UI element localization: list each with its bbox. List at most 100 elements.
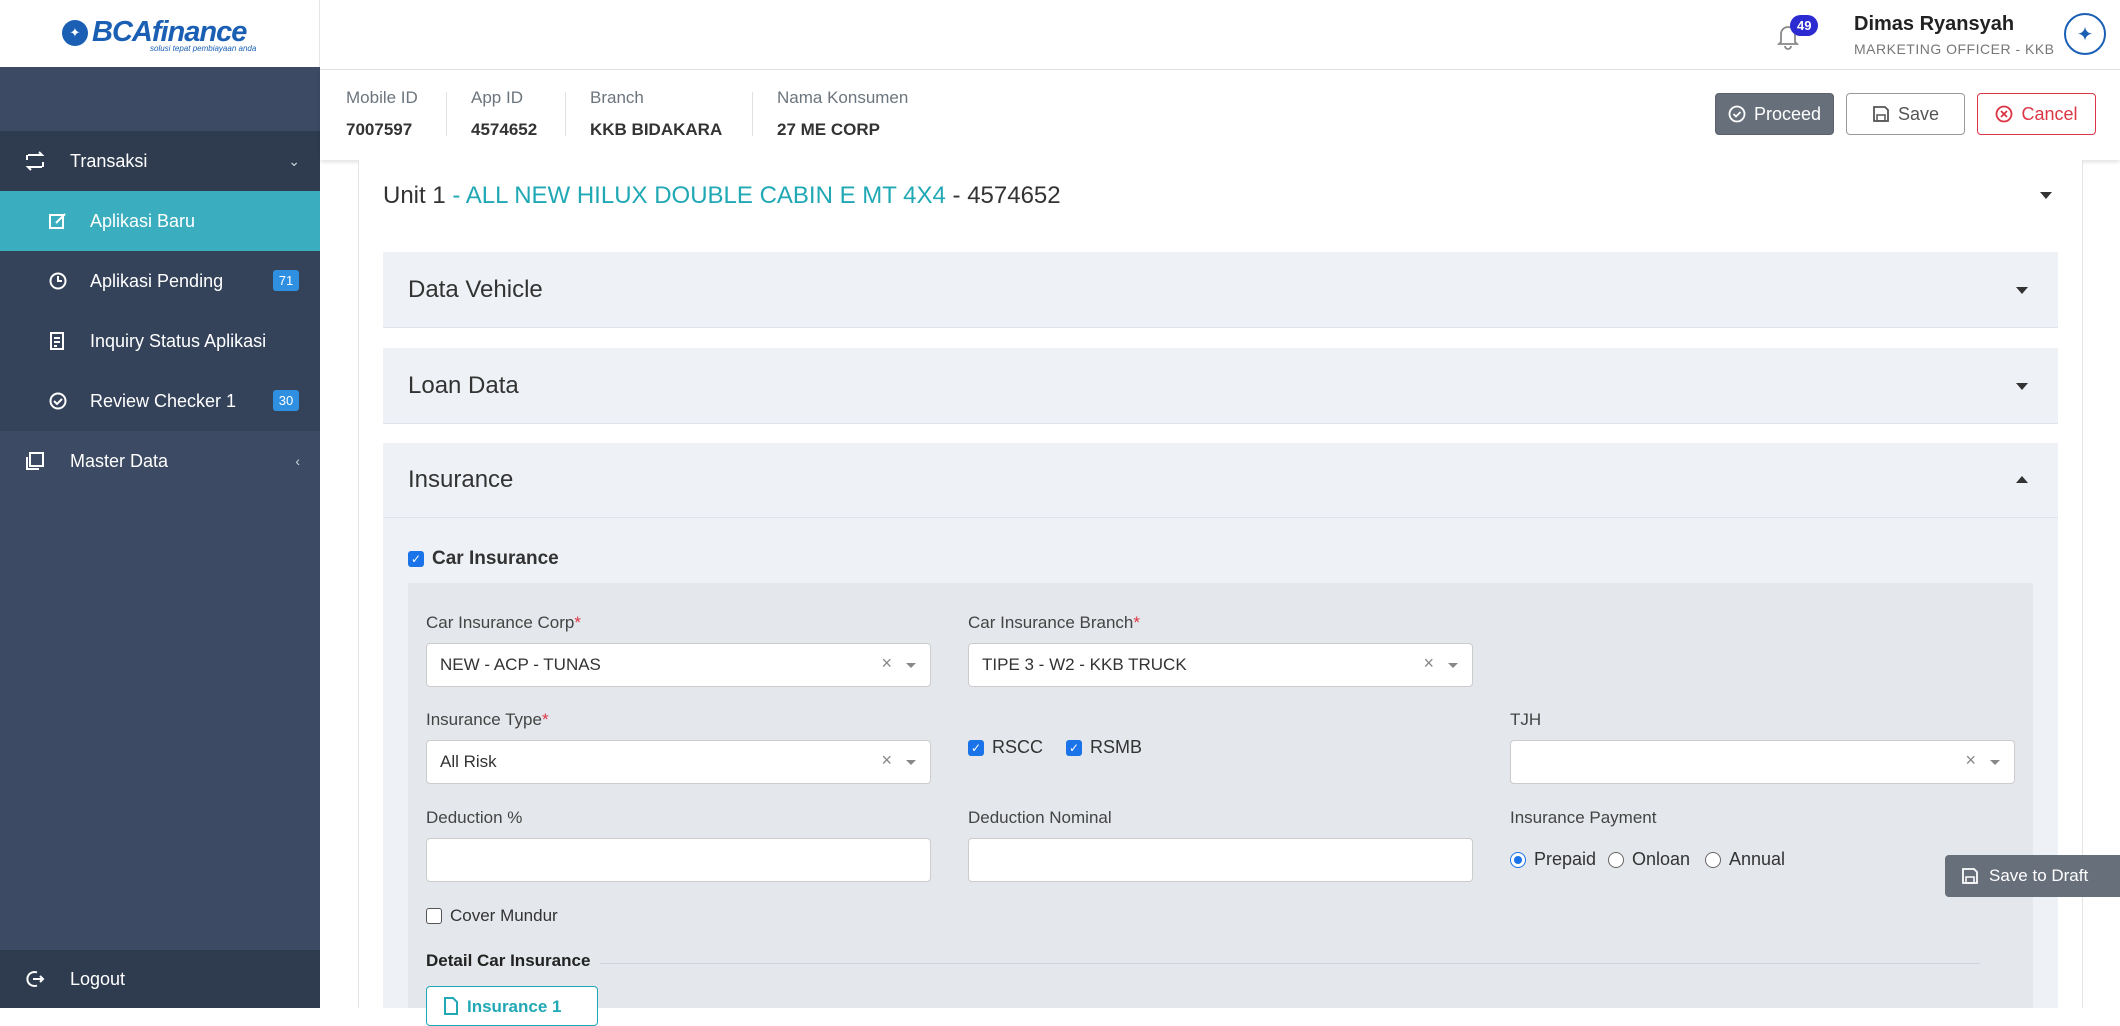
save-to-draft-button[interactable]: Save to Draft	[1945, 855, 2120, 897]
clear-icon[interactable]: ×	[1965, 750, 1976, 771]
edit-icon	[46, 209, 70, 233]
radio-label: Annual	[1729, 849, 1786, 869]
sidebar: ✦ BCAfinance solusi tepat pembiayaan and…	[0, 0, 320, 1008]
sidebar-group-master-data[interactable]: Master Data ‹	[0, 431, 320, 491]
logout-label: Logout	[70, 968, 126, 989]
section-title: Data Vehicle	[408, 276, 543, 303]
payment-radio-prepaid[interactable]: Prepaid	[1510, 849, 1596, 870]
unit-header[interactable]: Unit 1 - ALL NEW HILUX DOUBLE CABIN E MT…	[383, 182, 1061, 210]
caret-down-icon	[2016, 383, 2028, 390]
branch-field: Branch KKB BIDAKARA	[590, 88, 722, 140]
app-id-value: 4574652	[471, 120, 538, 139]
divider	[446, 92, 447, 136]
branch-value: KKB BIDAKARA	[590, 120, 723, 139]
avatar[interactable]: ✦	[2064, 13, 2106, 55]
divider	[600, 963, 1980, 964]
sidebar-item-aplikasi-pending[interactable]: Aplikasi Pending 71	[0, 251, 320, 311]
deduction-nominal-label: Deduction Nominal	[968, 808, 1112, 827]
radio-icon	[1705, 851, 1721, 868]
payment-radio-annual[interactable]: Annual	[1705, 849, 1785, 870]
notification-badge: 49	[1790, 15, 1819, 36]
save-button[interactable]: Save	[1846, 93, 1965, 135]
review-count-badge: 30	[273, 390, 299, 411]
type-label: Insurance Type*	[426, 710, 549, 729]
consumer-value: 27 ME CORP	[777, 120, 880, 139]
checkbox-empty-icon	[426, 908, 442, 924]
sidebar-item-inquiry-status[interactable]: Inquiry Status Aplikasi	[0, 311, 320, 371]
user-name[interactable]: Dimas Ryansyah	[1854, 13, 2014, 36]
sidebar-nav: Transaksi ⌄ Aplikasi Baru Aplikasi Pendi…	[0, 131, 320, 491]
dropdown-arrow-icon	[906, 760, 916, 765]
floppy-icon	[1873, 106, 1889, 122]
dropdown-arrow-icon	[1448, 663, 1458, 668]
tjh-select[interactable]: ×	[1510, 740, 2015, 784]
app-id-label: App ID	[471, 88, 523, 107]
tab-label: Insurance 1	[467, 997, 562, 1016]
section-loan-data[interactable]: Loan Data	[383, 348, 2058, 424]
sidebar-item-label: Review Checker 1	[90, 390, 237, 411]
chevron-left-icon: ‹	[295, 453, 300, 469]
sidebar-spacer	[0, 67, 320, 131]
sidebar-item-label: Aplikasi Baru	[90, 210, 196, 231]
car-insurance-checkbox[interactable]: ✓ Car Insurance	[408, 548, 559, 570]
sidebar-item-label: Inquiry Status Aplikasi	[90, 330, 267, 351]
section-insurance[interactable]: Insurance	[383, 443, 2058, 518]
section-data-vehicle[interactable]: Data Vehicle	[383, 252, 2058, 328]
brand-logo[interactable]: ✦ BCAfinance solusi tepat pembiayaan and…	[62, 16, 256, 53]
car-insurance-panel: Car Insurance Corp* NEW - ACP - TUNAS × …	[408, 583, 2033, 1026]
divider	[752, 92, 753, 136]
checkbox-checked-icon: ✓	[968, 739, 984, 756]
select-value: NEW - ACP - TUNAS	[440, 655, 601, 674]
logout-button[interactable]: Logout	[0, 950, 320, 1008]
clear-icon[interactable]: ×	[881, 653, 892, 674]
app-id-field: App ID 4574652	[471, 88, 537, 140]
check-circle-icon	[1728, 105, 1746, 123]
insurance-type-select[interactable]: All Risk ×	[426, 740, 931, 784]
clear-icon[interactable]: ×	[881, 750, 892, 771]
payment-radio-onloan[interactable]: Onloan	[1608, 849, 1690, 870]
clear-icon[interactable]: ×	[1423, 653, 1434, 674]
save-to-draft-label: Save to Draft	[1989, 866, 2089, 885]
select-value: TIPE 3 - W2 - KKB TRUCK	[982, 655, 1187, 674]
proceed-button[interactable]: Proceed	[1715, 93, 1834, 135]
sidebar-item-review-checker[interactable]: Review Checker 1 30	[0, 371, 320, 431]
pending-count-badge: 71	[273, 270, 299, 291]
sidebar-item-label: Aplikasi Pending	[90, 270, 224, 291]
sidebar-group-transaksi[interactable]: Transaksi ⌄	[0, 131, 320, 191]
sidebar-group-label: Master Data	[70, 450, 169, 471]
insurance-corp-select[interactable]: NEW - ACP - TUNAS ×	[426, 643, 931, 687]
cancel-button[interactable]: Cancel	[1977, 93, 2096, 135]
brand-tagline: solusi tepat pembiayaan anda	[150, 44, 257, 53]
deduction-pct-input[interactable]	[426, 838, 931, 882]
insurance-1-tab[interactable]: Insurance 1	[426, 986, 598, 1026]
unit-collapse-caret-icon[interactable]	[2040, 192, 2052, 199]
check-circle-icon	[46, 389, 70, 413]
document-list-icon	[46, 329, 70, 353]
exchange-icon	[22, 148, 48, 174]
file-icon	[444, 997, 458, 1015]
floppy-icon	[1962, 868, 1978, 884]
logout-icon	[22, 966, 48, 992]
insurance-branch-select[interactable]: TIPE 3 - W2 - KKB TRUCK ×	[968, 643, 1473, 687]
rsmb-label: RSMB	[1090, 737, 1143, 757]
sidebar-group-label: Transaksi	[70, 150, 148, 171]
close-circle-icon	[1996, 105, 2013, 123]
unit-app-id: - 4574652	[945, 182, 1061, 209]
mobile-id-label: Mobile ID	[346, 88, 418, 107]
rscc-checkbox[interactable]: ✓ RSCC	[968, 737, 1043, 758]
dropdown-arrow-icon	[1990, 760, 2000, 765]
deduction-nominal-input[interactable]	[968, 838, 1473, 882]
mobile-id-field: Mobile ID 7007597	[346, 88, 418, 140]
car-insurance-label: Car Insurance	[432, 548, 559, 569]
cover-mundur-checkbox[interactable]: Cover Mundur	[426, 906, 558, 926]
caret-down-icon	[2016, 287, 2028, 294]
branch-label: Branch	[590, 88, 644, 107]
save-label: Save	[1897, 103, 1940, 124]
section-title: Loan Data	[408, 372, 519, 399]
logo-area: ✦ BCAfinance solusi tepat pembiayaan and…	[0, 0, 320, 67]
rsmb-checkbox[interactable]: ✓ RSMB	[1066, 737, 1142, 758]
insurance-body: ✓ Car Insurance Car Insurance Corp* NEW …	[383, 518, 2058, 1026]
sidebar-item-aplikasi-baru[interactable]: Aplikasi Baru	[0, 191, 320, 251]
consumer-field: Nama Konsumen 27 ME CORP	[777, 88, 908, 140]
unit-prefix: Unit 1	[383, 182, 446, 209]
